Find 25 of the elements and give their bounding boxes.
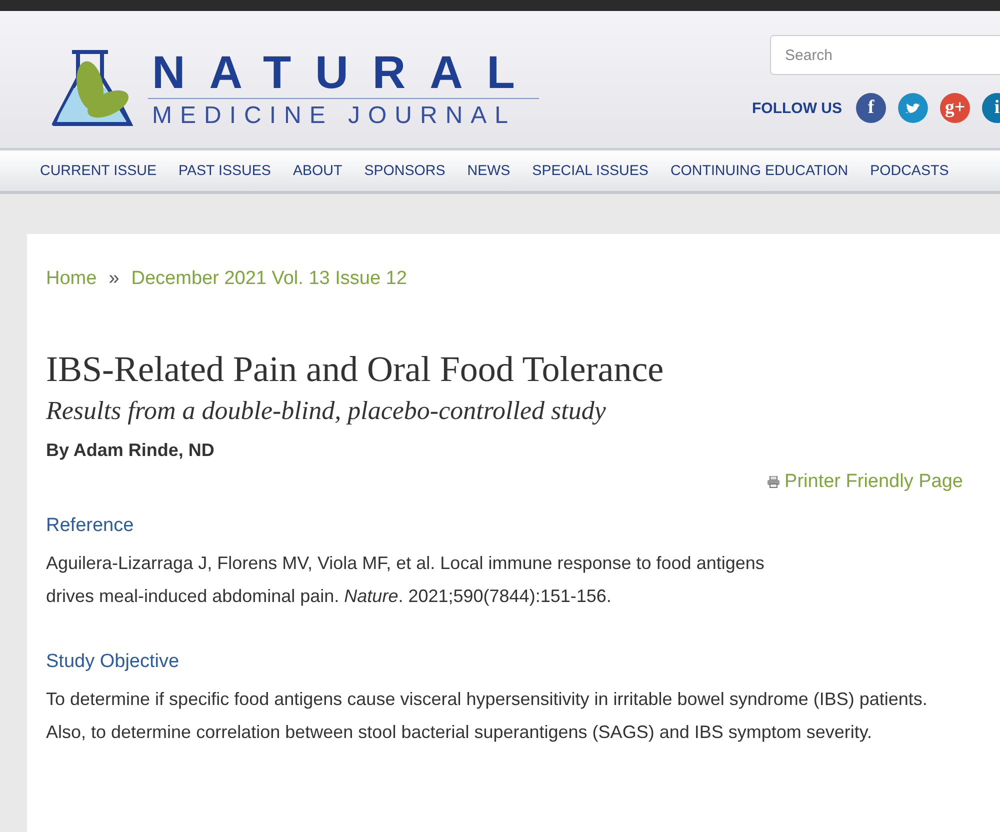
- byline: By Adam Rinde, ND: [46, 440, 216, 461]
- section-paragraph: Aguilera-Lizarraga J, Florens MV, Viola MF, et al. Local immune response to food antigens drives meal-induced abdominal pain. Nature. 2021;590(7844):151-156.: [46, 552, 766, 608]
- section-heading: Study Objective: [46, 651, 180, 673]
- nav-link[interactable]: SPONSORS: [364, 163, 446, 179]
- logo-subtitle: MEDICINE JOURNAL: [151, 100, 518, 130]
- nav-link[interactable]: PODCASTS: [870, 163, 949, 179]
- social-icon[interactable]: g+: [940, 93, 970, 123]
- logo-title: NATURAL: [148, 46, 539, 98]
- social-icon[interactable]: i: [982, 93, 1000, 123]
- article-title: IBS-Related Pain and Oral Food Tolerance: [46, 348, 665, 390]
- follow-label: FOLLOW US: [752, 100, 842, 116]
- bird-icon[interactable]: [898, 93, 928, 123]
- nav-link[interactable]: ABOUT: [292, 163, 342, 179]
- social-icon[interactable]: f: [856, 93, 886, 123]
- section-paragraph: To determine if specific food antigens cause visceral hypersensitivity in irritable bowel syndrome (IBS) patients. Also, to determine correlation between stool bacterial superantigens (SAGS) and IBS symptom severity.: [46, 688, 928, 744]
- nav-link[interactable]: CURRENT ISSUE: [40, 163, 157, 179]
- nav-link[interactable]: PAST ISSUES: [178, 163, 271, 179]
- search-field[interactable]: Search: [770, 35, 1000, 75]
- nav-link[interactable]: SPECIAL ISSUES: [532, 163, 648, 179]
- article-subtitle: Results from a double-blind, placebo-controlled study: [46, 396, 607, 426]
- section-heading: Reference: [46, 515, 135, 537]
- nav-link[interactable]: NEWS: [467, 163, 510, 179]
- nav-link[interactable]: CONTINUING EDUCATION: [670, 163, 848, 179]
- printer-icon: [766, 476, 780, 488]
- breadcrumb-separator: »: [108, 268, 120, 290]
